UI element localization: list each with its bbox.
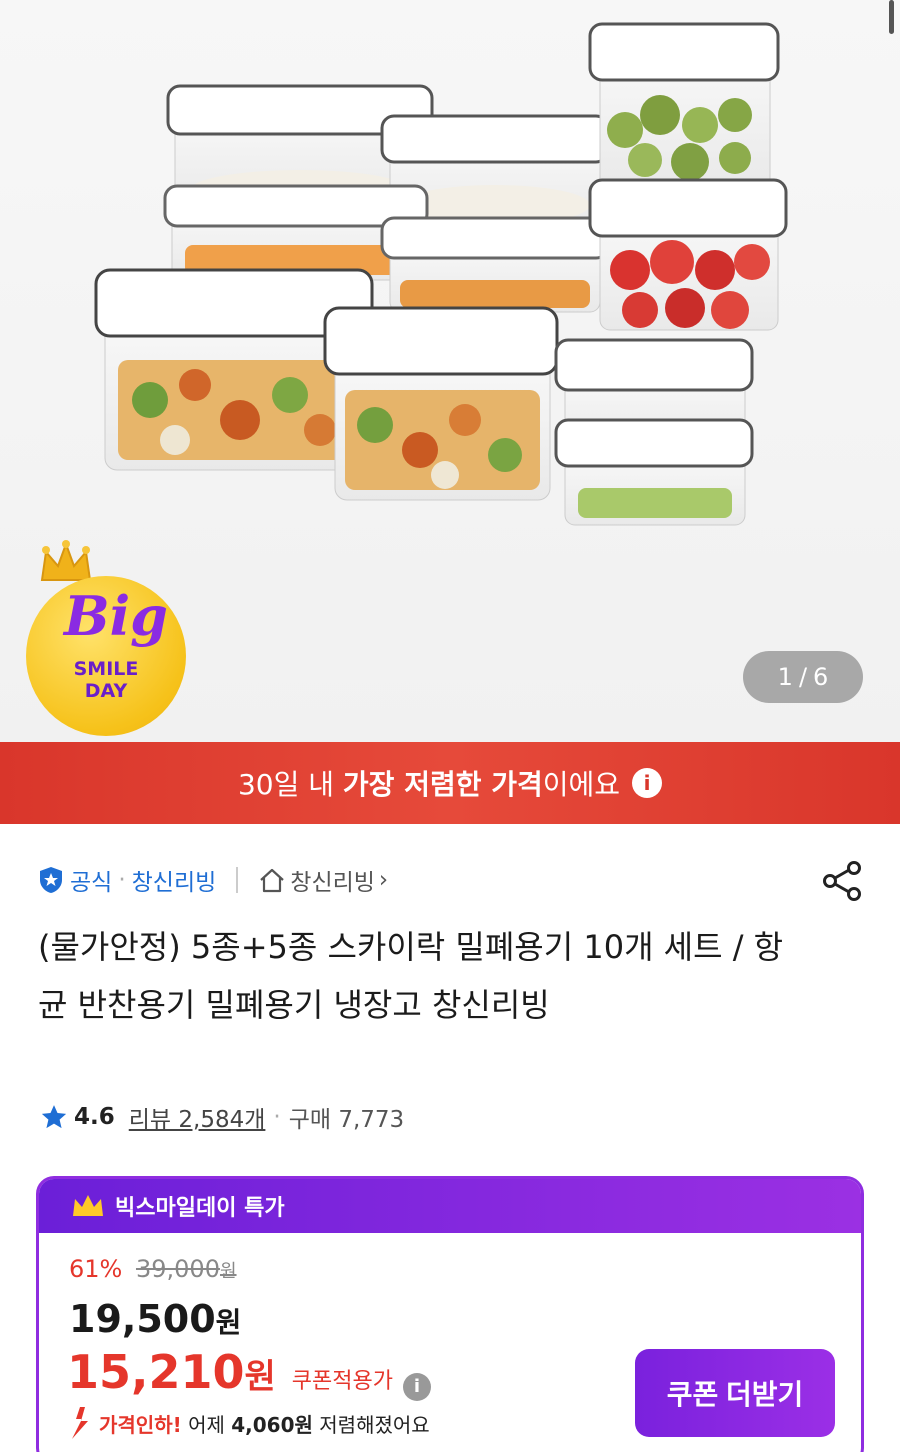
image-counter-current: 1	[777, 663, 793, 691]
arrow-down-icon	[72, 1407, 88, 1439]
price-drop-pre: 어제	[181, 1412, 232, 1437]
review-count-link[interactable]: 리뷰 2,584개	[129, 1100, 266, 1134]
badge-day-line: DAY	[84, 680, 128, 702]
purchase-count: 구매 7,773	[288, 1107, 405, 1133]
image-counter-total: 6	[813, 663, 829, 691]
deal-card: 빅스마일데이 특가 61% 39,000원 19,500원 15,210 원 쿠폰…	[36, 1176, 864, 1452]
chevron-right-icon: ›	[378, 867, 389, 893]
official-label[interactable]: 공식	[70, 863, 112, 897]
star-icon	[41, 1105, 67, 1129]
discount-rate: 61%	[69, 1255, 123, 1283]
separator-dot: ·	[273, 1104, 281, 1130]
big-smile-day-badge: Big SMILE DAY	[26, 540, 196, 736]
shop-link[interactable]: 창신리빙 ›	[258, 863, 388, 897]
shield-check-icon	[40, 867, 62, 893]
info-icon[interactable]: i	[632, 768, 663, 798]
divider	[236, 867, 239, 893]
lowest-price-banner[interactable]: 30일 내 가장 저렴한 가격 이에요 i	[0, 742, 900, 824]
badge-big-text: Big	[64, 584, 168, 648]
share-icon[interactable]	[820, 858, 866, 904]
coupon-price: 15,210 원 쿠폰적용가 i	[67, 1345, 431, 1401]
image-counter-separator: /	[798, 663, 808, 691]
price-drop-notice: 가격인하! 어제 4,060원 저렴해졌어요	[67, 1405, 430, 1441]
banner-text-post: 이에요	[542, 768, 621, 801]
home-icon	[260, 868, 285, 893]
rating-score: 4.6	[74, 1104, 115, 1130]
product-title: (물가안정) 5종+5종 스카이락 밀폐용기 10개 세트 / 항균 반찬용기 …	[38, 928, 784, 1024]
product-image-gallery[interactable]: Big SMILE DAY 1 / 6	[0, 0, 900, 742]
get-coupon-button[interactable]: 쿠폰 더받기	[635, 1349, 835, 1437]
coupon-price-unit: 원	[244, 1357, 276, 1397]
banner-text-bold: 가장 저렴한 가격	[342, 768, 543, 801]
price-drop-post: 저렴해졌어요	[312, 1412, 430, 1437]
rating-row: 4.6 리뷰 2,584개 · 구매 7,773	[40, 1100, 404, 1134]
original-price-unit: 원	[219, 1261, 237, 1282]
deal-header-label: 빅스마일데이 특가	[115, 1196, 285, 1221]
sale-price: 19,500원	[69, 1297, 241, 1341]
seller-row: 공식 · 창신리빙 창신리빙 ›	[38, 858, 388, 902]
original-price-value: 39,000	[135, 1255, 220, 1283]
badge-smile-day-text: SMILE DAY	[54, 658, 158, 702]
original-price: 39,000원	[136, 1255, 237, 1283]
image-counter: 1 / 6	[743, 651, 863, 703]
shop-label: 창신리빙	[290, 870, 375, 896]
sale-price-value: 19,500	[69, 1297, 216, 1341]
discount-row: 61% 39,000원	[69, 1255, 237, 1283]
price-drop-highlight: 가격인하!	[99, 1412, 182, 1437]
info-icon[interactable]: i	[403, 1372, 431, 1401]
separator-dot: ·	[118, 867, 126, 893]
crown-icon	[73, 1195, 103, 1216]
coupon-price-value: 15,210	[67, 1345, 245, 1399]
price-drop-amount: 4,060원	[231, 1412, 313, 1437]
sale-price-unit: 원	[215, 1306, 242, 1339]
banner-text-pre: 30일 내	[237, 768, 343, 801]
brand-link[interactable]: 창신리빙	[132, 863, 217, 897]
badge-smile-line: SMILE	[73, 658, 139, 680]
coupon-price-label: 쿠폰적용가	[291, 1369, 393, 1394]
deal-header: 빅스마일데이 특가	[39, 1179, 861, 1233]
